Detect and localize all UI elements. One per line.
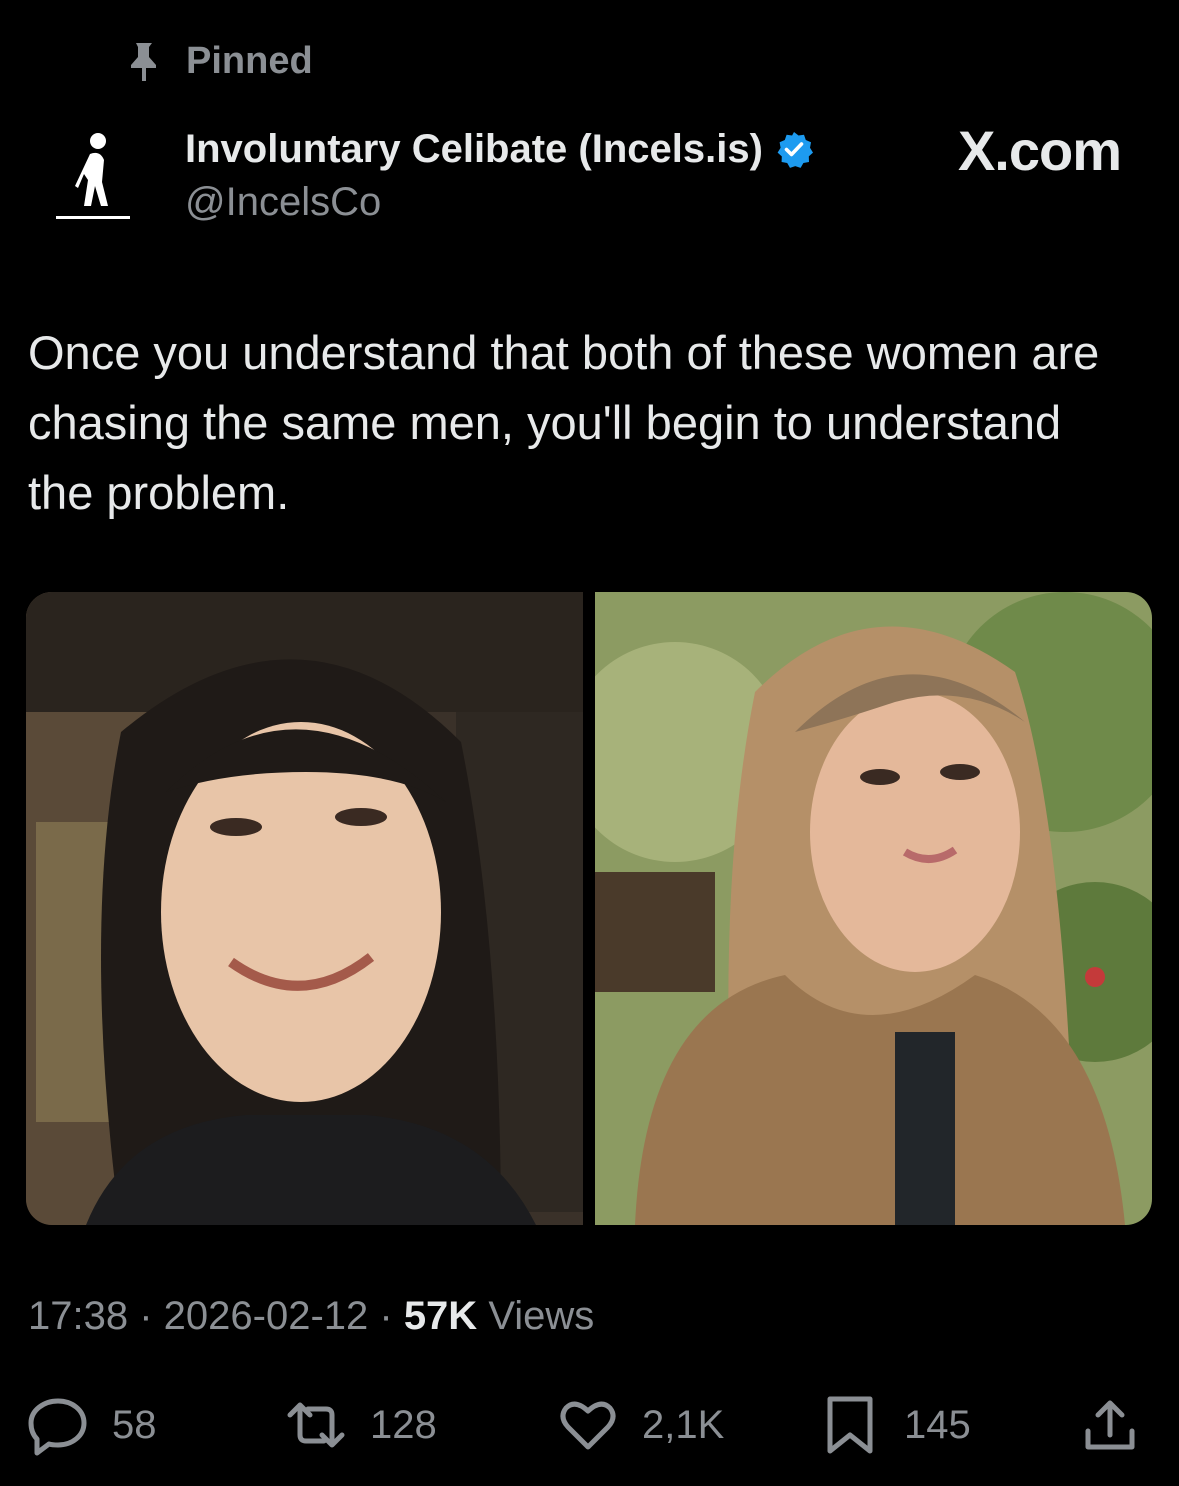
tweet-actions: 58 128 2,1K 145 [26, 1390, 1146, 1460]
tweet-meta: 17:38 · 2026-02-12 · 57K Views [28, 1294, 594, 1339]
photo-left[interactable] [26, 592, 583, 1225]
author-block[interactable]: Involuntary Celibate (Incels.is) @Incels… [185, 122, 813, 225]
like-count: 2,1K [642, 1402, 725, 1447]
share-icon [1085, 1400, 1135, 1450]
avatar[interactable] [52, 126, 134, 222]
views-label: Views [477, 1294, 595, 1338]
photo-right[interactable] [595, 592, 1152, 1225]
tweet-text: Once you understand that both of these w… [28, 326, 1100, 519]
woman-portrait-right [595, 592, 1152, 1225]
standing-man-logo-icon [56, 133, 130, 219]
author-display-name[interactable]: Involuntary Celibate (Incels.is) [185, 127, 763, 172]
author-name-row: Involuntary Celibate (Incels.is) [185, 122, 813, 176]
bookmark-button[interactable]: 145 [818, 1390, 971, 1460]
woman-portrait-left [26, 592, 583, 1225]
heart-icon [560, 1401, 616, 1450]
reply-count: 58 [112, 1402, 157, 1447]
like-button[interactable]: 2,1K [556, 1390, 724, 1460]
views-count: 57K [403, 1294, 478, 1338]
pinned-label: Pinned [186, 39, 313, 82]
reply-button[interactable]: 58 [26, 1390, 157, 1460]
tweet-date[interactable]: 2026-02-12 [164, 1294, 369, 1338]
repost-count: 128 [370, 1402, 437, 1447]
meta-separator: · [368, 1294, 404, 1338]
share-button[interactable] [1078, 1390, 1142, 1460]
meta-separator: · [128, 1294, 164, 1338]
reply-icon [28, 1398, 87, 1456]
repost-icon [287, 1402, 345, 1448]
tweet-time[interactable]: 17:38 [28, 1294, 128, 1338]
x-brand-watermark: X.com [957, 119, 1122, 182]
bookmark-count: 145 [904, 1402, 971, 1447]
verified-badge-icon [777, 132, 813, 168]
pin-icon [131, 43, 156, 81]
author-handle[interactable]: @IncelsCo [185, 180, 813, 225]
repost-button[interactable]: 128 [284, 1390, 437, 1460]
pinned-indicator: Pinned [124, 36, 313, 86]
tweet-media[interactable] [26, 592, 1152, 1225]
bookmark-icon [827, 1396, 873, 1454]
